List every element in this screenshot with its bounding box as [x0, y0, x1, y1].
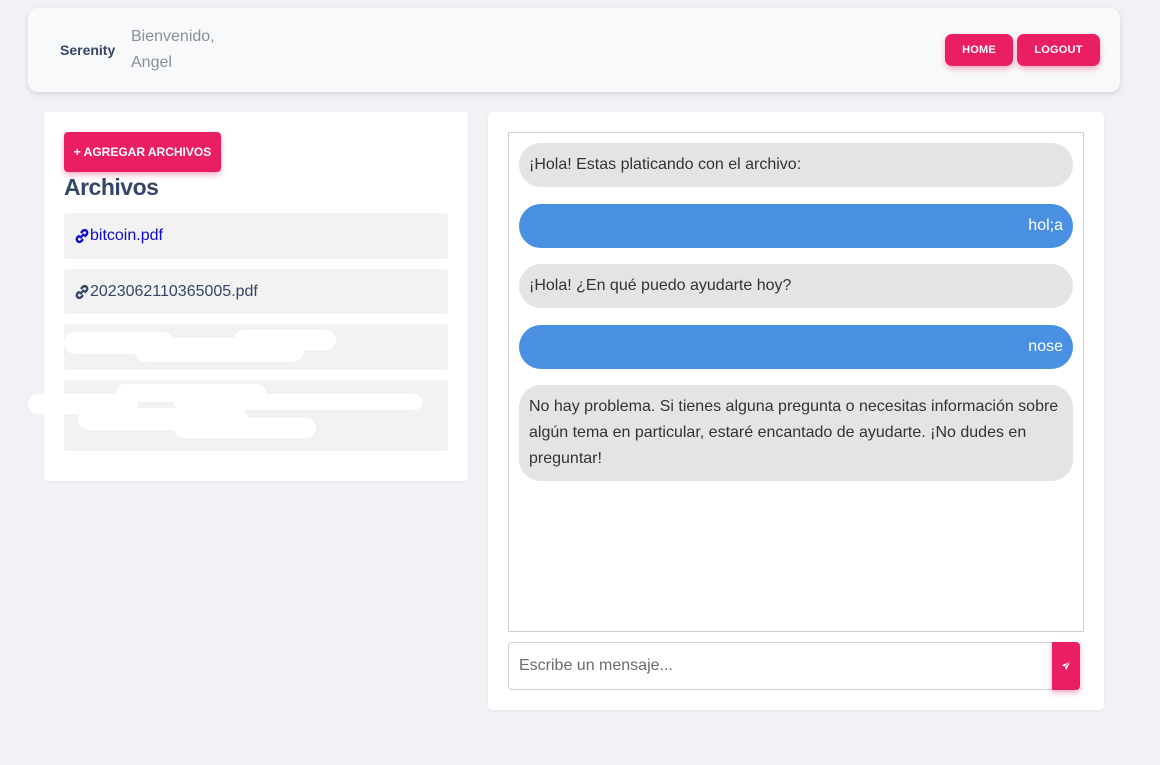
bot-message: ¡Hola! ¿En qué puedo ayudarte hoy? [519, 264, 1073, 308]
brand-name[interactable]: Serenity [60, 42, 115, 58]
top-navbar: Serenity Bienvenido, Angel HOME LOGOUT [28, 8, 1120, 92]
message-composer [508, 642, 1080, 690]
user-message: nose [519, 325, 1073, 369]
files-panel: + AGREGAR ARCHIVOS Archivos bitcoin.pdf … [28, 112, 468, 481]
send-button[interactable] [1052, 642, 1080, 690]
user-message: hol;a [519, 204, 1073, 248]
link-icon [75, 284, 89, 299]
bot-message: No hay problema. Si tienes alguna pregun… [519, 385, 1073, 481]
welcome-text: Bienvenido, Angel [131, 28, 215, 71]
send-icon [1061, 661, 1071, 671]
files-title: Archivos [64, 174, 159, 200]
redaction-mark [174, 418, 316, 438]
chat-messages[interactable]: ¡Hola! Estas platicando con el archivo: … [508, 132, 1084, 632]
file-item[interactable]: bitcoin.pdf [64, 213, 448, 259]
file-name[interactable]: 2023062110365005.pdf [90, 283, 258, 301]
file-name[interactable]: bitcoin.pdf [90, 227, 163, 245]
link-icon [75, 228, 89, 244]
bot-message: ¡Hola! Estas platicando con el archivo: [519, 143, 1073, 187]
message-input[interactable] [508, 642, 1053, 690]
chat-panel: ¡Hola! Estas platicando con el archivo: … [488, 112, 1104, 710]
home-button[interactable]: HOME [945, 34, 1013, 66]
logout-button[interactable]: LOGOUT [1017, 34, 1100, 66]
add-files-button[interactable]: + AGREGAR ARCHIVOS [64, 132, 221, 172]
redaction-mark [234, 330, 336, 350]
file-item[interactable]: 2023062110365005.pdf [64, 269, 448, 314]
